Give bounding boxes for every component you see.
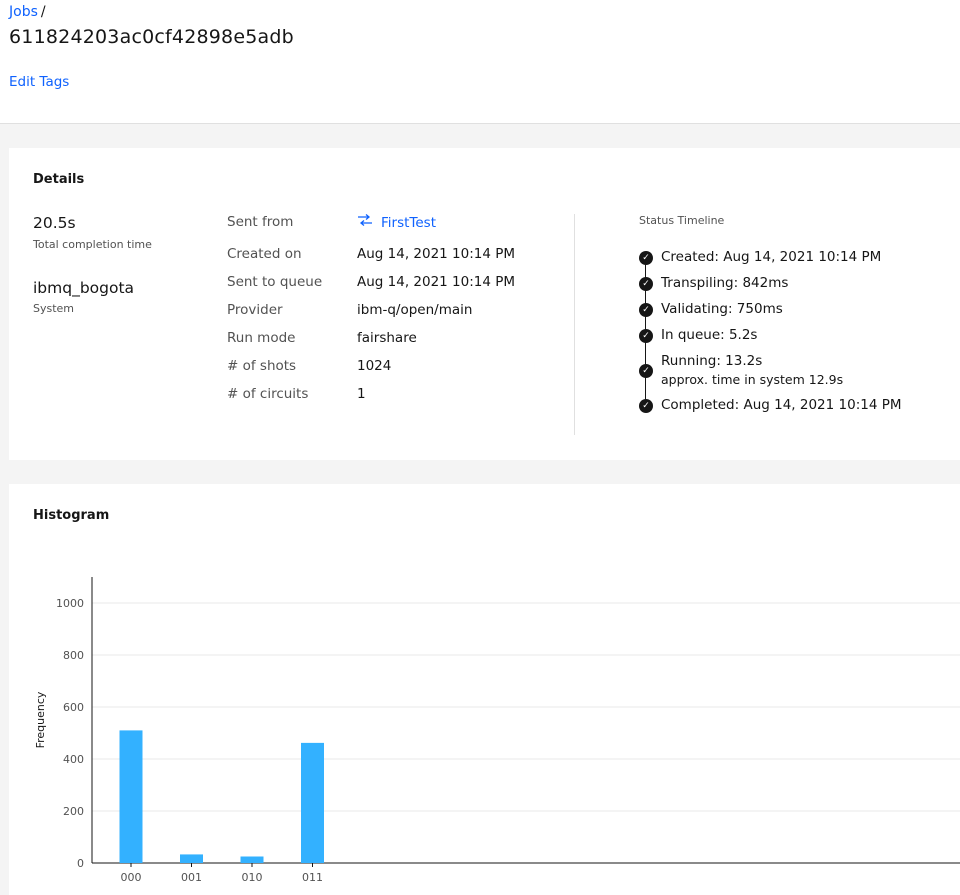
- histogram-card: Histogram 0 200 400 600 800 1000 Frequency 000 0…: [9, 484, 960, 895]
- completion-time-value: 20.5s: [33, 214, 76, 232]
- y-axis-label: Frequency: [34, 691, 47, 748]
- timeline-item-transpiling: Transpiling: 842ms: [661, 275, 789, 291]
- page-title: 611824203ac0cf42898e5adb: [9, 26, 294, 48]
- completion-time-label: Total completion time: [33, 238, 152, 251]
- x-tick-label: 001: [181, 871, 202, 884]
- timeline-item-in-queue: In queue: 5.2s: [661, 327, 758, 343]
- details-divider: [574, 214, 575, 435]
- y-tick-label: 600: [63, 701, 84, 714]
- page-header: Jobs/ 611824203ac0cf42898e5adb Edit Tags: [0, 0, 960, 124]
- timeline-item-completed: Completed: Aug 14, 2021 10:14 PM: [661, 397, 902, 413]
- timeline-item-running-sub: approx. time in system 12.9s: [661, 372, 844, 387]
- x-tick-label: 010: [242, 871, 263, 884]
- sent-to-queue-label: Sent to queue: [227, 274, 323, 290]
- sent-to-queue-value: Aug 14, 2021 10:14 PM: [357, 274, 516, 290]
- edit-tags-link[interactable]: Edit Tags: [9, 74, 69, 90]
- provider-label: Provider: [227, 302, 283, 318]
- bar-001: [180, 854, 203, 863]
- details-card: Details 20.5s Total completion time ibmq…: [9, 148, 960, 460]
- x-tick-label: 011: [302, 871, 323, 884]
- circuits-value: 1: [357, 386, 366, 402]
- provider-value: ibm-q/open/main: [357, 302, 473, 318]
- timeline-item-created: Created: Aug 14, 2021 10:14 PM: [661, 249, 882, 265]
- circuits-label: # of circuits: [227, 386, 309, 402]
- bar-010: [240, 856, 264, 863]
- y-tick-label: 1000: [56, 597, 84, 610]
- timeline-item-running: Running: 13.2s: [661, 353, 763, 369]
- check-icon: ✓: [639, 251, 653, 265]
- y-tick-label: 800: [63, 649, 84, 662]
- system-label: System: [33, 302, 75, 315]
- bar-011: [301, 742, 324, 863]
- program-link-icon: [357, 214, 373, 229]
- histogram-chart: 0 200 400 600 800 1000 Frequency 000 001 010 011: [34, 577, 960, 884]
- y-tick-label: 400: [63, 753, 84, 766]
- check-icon: ✓: [639, 303, 653, 317]
- timeline-item-validating: Validating: 750ms: [661, 301, 783, 317]
- system-value: ibmq_bogota: [33, 279, 135, 297]
- created-on-label: Created on: [227, 246, 302, 262]
- check-icon: ✓: [639, 399, 653, 413]
- sent-from-label: Sent from: [227, 214, 294, 230]
- details-title: Details: [33, 172, 85, 187]
- created-on-value: Aug 14, 2021 10:14 PM: [357, 246, 516, 262]
- check-icon: ✓: [639, 277, 653, 291]
- sent-from-value: FirstTest: [381, 215, 436, 231]
- check-icon: ✓: [639, 329, 653, 343]
- sent-from-link[interactable]: FirstTest: [357, 214, 436, 231]
- bar-000: [119, 730, 143, 863]
- y-tick-label: 0: [77, 857, 84, 870]
- run-mode-value: fairshare: [357, 330, 417, 346]
- status-timeline-title: Status Timeline: [639, 214, 725, 227]
- breadcrumb-jobs-link[interactable]: Jobs: [9, 4, 38, 20]
- y-tick-label: 200: [63, 805, 84, 818]
- shots-label: # of shots: [227, 358, 297, 374]
- check-icon: ✓: [639, 364, 653, 378]
- breadcrumb-separator: /: [40, 4, 46, 20]
- shots-value: 1024: [357, 358, 392, 374]
- x-tick-label: 000: [121, 871, 142, 884]
- breadcrumb: Jobs /: [9, 4, 46, 20]
- run-mode-label: Run mode: [227, 330, 296, 346]
